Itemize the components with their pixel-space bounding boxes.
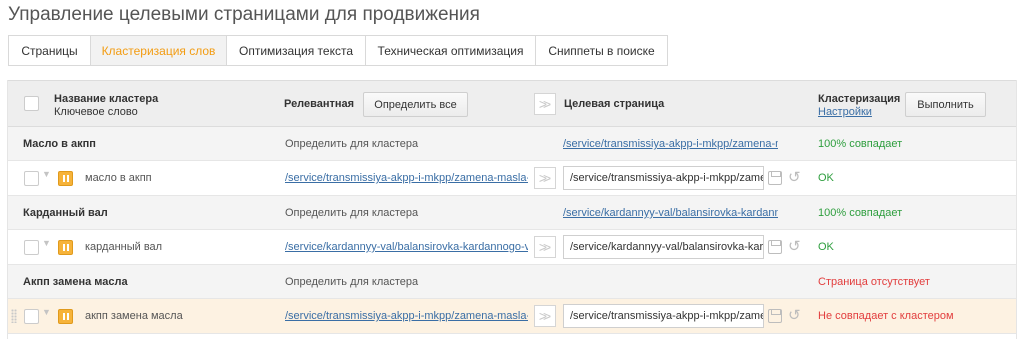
- keyword-relevant-link[interactable]: /service/transmissiya-akpp-i-mkpp/zamena…: [285, 310, 528, 322]
- clusters-table: Название кластера Ключевое слово Релеван…: [7, 80, 1017, 339]
- tab-pages[interactable]: Страницы: [8, 35, 91, 66]
- caret-down-icon[interactable]: ▼: [42, 307, 51, 317]
- keyword-status: OK: [818, 241, 834, 253]
- tab-technical-optimization[interactable]: Техническая оптимизация: [365, 35, 536, 66]
- settings-link[interactable]: Настройки: [818, 106, 872, 118]
- keyword-row: ▼ акпп замена масла /service/transmissiy…: [8, 299, 1016, 334]
- pause-icon[interactable]: [58, 309, 73, 324]
- keyword-checkbox[interactable]: [24, 309, 39, 324]
- drag-handle-icon[interactable]: [11, 309, 17, 323]
- tab-search-snippets[interactable]: Сниппеты в поиске: [535, 35, 668, 66]
- undo-icon[interactable]: ↺: [788, 170, 801, 185]
- tab-bar: Страницы Кластеризация слов Оптимизация …: [8, 35, 668, 66]
- cluster-relevant-action[interactable]: Определить для кластера: [285, 207, 418, 219]
- tab-word-clustering[interactable]: Кластеризация слов: [90, 35, 227, 66]
- keyword-checkbox[interactable]: [24, 240, 39, 255]
- cluster-status: 100% совпадает: [818, 138, 903, 150]
- keyword-row: ▼ масло в акпп /service/transmissiya-akp…: [8, 161, 1016, 196]
- header-cluster-name: Название кластера: [54, 93, 159, 105]
- copy-to-target-double-chevron-right-icon[interactable]: >>: [534, 167, 556, 189]
- keyword-relevant-link[interactable]: /service/transmissiya-akpp-i-mkpp/zamena…: [285, 172, 528, 184]
- undo-icon[interactable]: ↺: [788, 239, 801, 254]
- header-clusterization: Кластеризация: [818, 93, 901, 105]
- pause-icon[interactable]: [58, 171, 73, 186]
- save-icon[interactable]: [768, 240, 782, 254]
- target-page-input[interactable]: /service/transmissiya-akpp-i-mkpp/zamena…: [563, 304, 764, 328]
- cluster-status: 100% совпадает: [818, 207, 903, 219]
- cluster-relevant-action[interactable]: Определить для кластера: [285, 138, 418, 150]
- caret-down-icon[interactable]: ▼: [42, 238, 51, 248]
- cluster-target-link[interactable]: /service/transmissiya-akpp-i-mkpp/zamena…: [563, 138, 778, 150]
- header-keyword: Ключевое слово: [54, 106, 138, 118]
- keyword-status: Не совпадает с кластером: [818, 310, 954, 322]
- keyword-row: ▼ карданный вал /service/kardannyy-val/b…: [8, 230, 1016, 265]
- cluster-name: Масло в акпп: [23, 138, 96, 150]
- run-button[interactable]: Выполнить: [905, 92, 986, 117]
- table-header: Название кластера Ключевое слово Релеван…: [8, 80, 1016, 127]
- select-all-checkbox[interactable]: [24, 96, 39, 111]
- keyword-name: карданный вал: [85, 241, 163, 253]
- cluster-name: Карданный вал: [23, 207, 108, 219]
- save-icon[interactable]: [768, 171, 782, 185]
- save-icon[interactable]: [768, 309, 782, 323]
- cluster-relevant-action[interactable]: Определить для кластера: [285, 276, 418, 288]
- cluster-name: Акпп замена масла: [23, 276, 128, 288]
- caret-down-icon[interactable]: ▼: [42, 169, 51, 179]
- page-title: Управление целевыми страницами для продв…: [8, 4, 480, 25]
- target-page-input[interactable]: /service/kardannyy-val/balansirovka-kard…: [563, 235, 764, 259]
- keyword-checkbox[interactable]: [24, 171, 39, 186]
- cluster-status: Страница отсутствует: [818, 276, 930, 288]
- target-page-input[interactable]: /service/transmissiya-akpp-i-mkpp/zamena…: [563, 166, 764, 190]
- keyword-name: масло в акпп: [85, 172, 152, 184]
- undo-icon[interactable]: ↺: [788, 308, 801, 323]
- cluster-target-link[interactable]: /service/kardannyy-val/balansirovka-kard…: [563, 207, 778, 219]
- apply-all-double-chevron-right-icon[interactable]: >>: [534, 93, 556, 115]
- pause-icon[interactable]: [58, 240, 73, 255]
- header-target-page: Целевая страница: [564, 98, 665, 110]
- detect-all-button[interactable]: Определить все: [363, 92, 468, 117]
- tab-text-optimization[interactable]: Оптимизация текста: [226, 35, 366, 66]
- cluster-row: Карданный вал Определить для кластера /s…: [8, 196, 1016, 230]
- copy-to-target-double-chevron-right-icon[interactable]: >>: [534, 305, 556, 327]
- keyword-relevant-link[interactable]: /service/kardannyy-val/balansirovka-kard…: [285, 241, 528, 253]
- keyword-status: OK: [818, 172, 834, 184]
- cluster-row: Масло в акпп Определить для кластера /se…: [8, 127, 1016, 161]
- keyword-name: акпп замена масла: [85, 310, 183, 322]
- cluster-row: Акпп замена масла Определить для кластер…: [8, 265, 1016, 299]
- header-relevant: Релевантная: [284, 98, 355, 110]
- copy-to-target-double-chevron-right-icon[interactable]: >>: [534, 236, 556, 258]
